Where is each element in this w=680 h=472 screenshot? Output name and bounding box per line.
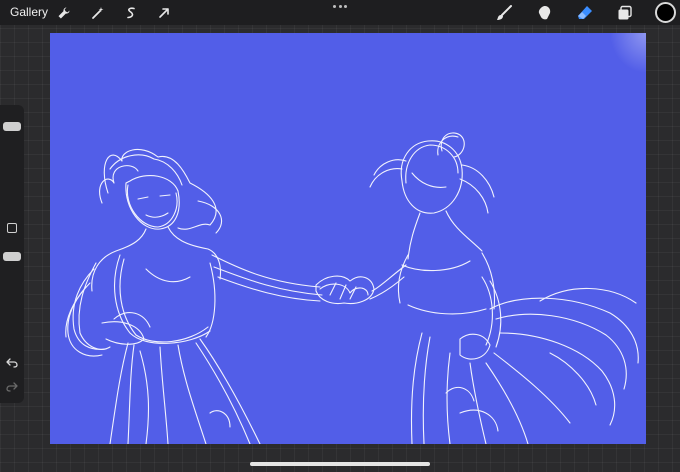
eraser-icon[interactable] — [575, 3, 595, 23]
smudge-icon[interactable] — [535, 3, 555, 23]
brush-size-slider[interactable] — [3, 122, 21, 131]
transform-icon[interactable] — [154, 3, 174, 23]
toolbar-drag-handle[interactable] — [333, 5, 347, 9]
sketch-artwork — [65, 33, 646, 444]
magic-wand-icon[interactable] — [88, 3, 108, 23]
home-indicator[interactable] — [250, 462, 430, 466]
brush-icon[interactable] — [494, 3, 514, 23]
undo-icon[interactable] — [5, 357, 19, 369]
top-toolbar: Gallery — [0, 0, 680, 25]
left-sidebar — [0, 105, 24, 403]
opacity-slider[interactable] — [3, 252, 21, 261]
selection-icon[interactable] — [121, 3, 141, 23]
layers-icon[interactable] — [615, 3, 635, 23]
color-picker-button[interactable] — [655, 2, 676, 23]
modify-button[interactable] — [7, 223, 17, 233]
wrench-icon[interactable] — [54, 3, 74, 23]
drawing-canvas[interactable] — [50, 33, 646, 444]
gallery-button[interactable]: Gallery — [10, 5, 48, 19]
redo-icon[interactable] — [5, 381, 19, 393]
